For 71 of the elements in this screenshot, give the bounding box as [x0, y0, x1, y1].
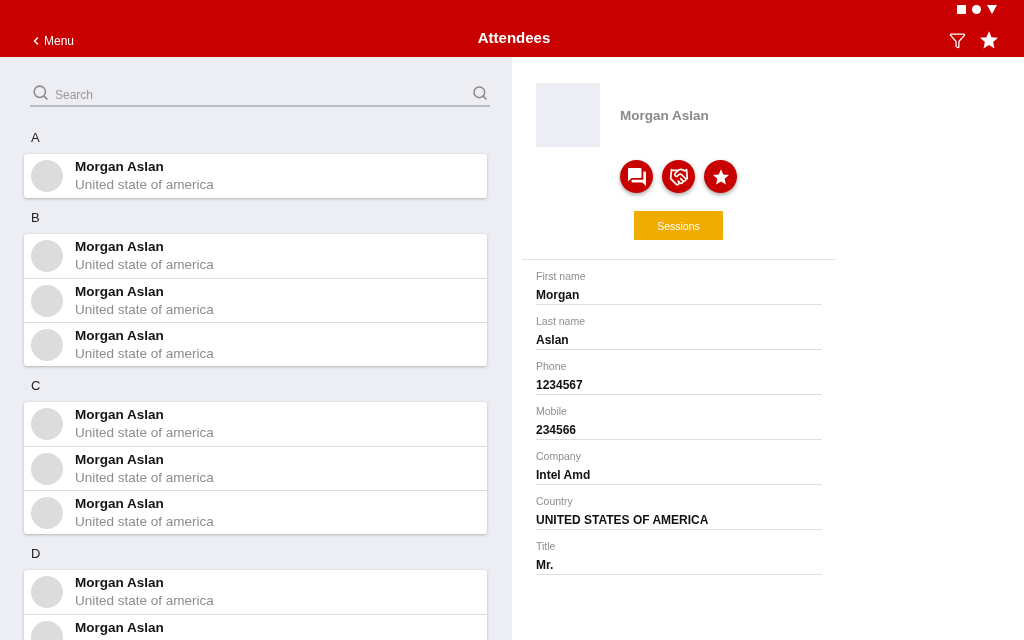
chat-button[interactable]	[620, 160, 653, 193]
field-label: Country	[536, 494, 574, 508]
attendee-country: United state of america	[75, 468, 214, 487]
section-letter: D	[31, 546, 42, 562]
attendee-row[interactable]: Morgan Aslan United state of america	[24, 570, 487, 614]
field-label: Company	[536, 449, 582, 463]
star-icon	[712, 168, 729, 185]
avatar-placeholder	[31, 284, 63, 317]
field-value: 234566	[536, 422, 578, 439]
attendee-row[interactable]: Morgan Aslan United state of america	[24, 278, 487, 322]
avatar-placeholder	[31, 576, 63, 608]
attendee-name: Morgan Aslan	[75, 618, 164, 637]
section-letter: A	[31, 130, 41, 146]
avatar-placeholder	[31, 496, 63, 529]
chat-icon	[627, 167, 646, 186]
avatar-placeholder	[31, 328, 63, 361]
attendee-country: United state of america	[75, 592, 214, 610]
back-link[interactable]: Menu	[30, 33, 75, 48]
avatar-placeholder	[31, 408, 63, 440]
field-value: Mr.	[536, 557, 555, 574]
profile-name: Morgan Aslan	[620, 107, 709, 123]
field-value: 1234567	[536, 377, 584, 394]
field-label: First name	[536, 269, 587, 283]
star-icon	[980, 31, 998, 49]
handshake-button[interactable]	[662, 160, 695, 193]
attendee-row[interactable]: Morgan Aslan United state of america	[24, 446, 487, 490]
attendee-country: United state of america	[75, 176, 214, 194]
field-label: Phone	[536, 359, 568, 373]
circle-icon	[972, 4, 981, 14]
favorite-button[interactable]	[704, 160, 737, 193]
field-label: Mobile	[536, 404, 568, 418]
triangle-icon	[987, 4, 997, 14]
attendee-name: Morgan Aslan	[75, 326, 165, 345]
favorites-button[interactable]	[980, 31, 998, 49]
attendee-country: United state of america	[75, 300, 214, 319]
section-letter: C	[31, 378, 42, 394]
attendee-name: Morgan Aslan	[75, 158, 165, 176]
attendee-name: Morgan Aslan	[75, 450, 165, 469]
search-icon[interactable]	[472, 84, 488, 101]
field-label: Title	[536, 539, 557, 553]
field-value: Morgan	[536, 287, 581, 304]
attendee-country: United state of america	[75, 344, 214, 363]
attendee-name: Morgan Aslan	[75, 238, 165, 256]
attendee-name: Morgan Aslan	[75, 282, 165, 301]
avatar-placeholder	[31, 160, 63, 192]
field-label: Last name	[536, 314, 587, 328]
page-title: Attendees	[477, 29, 551, 46]
field-value: UNITED STATES OF AMERICA	[536, 512, 710, 529]
field-value: Intel Amd	[536, 467, 592, 484]
attendee-row[interactable]: Morgan Aslan	[24, 614, 487, 640]
attendee-row[interactable]: Morgan Aslan United state of america	[24, 322, 487, 366]
section-letter: B	[31, 210, 41, 226]
attendee-name: Morgan Aslan	[75, 494, 165, 513]
filter-button[interactable]	[949, 31, 966, 49]
square-icon	[957, 4, 966, 14]
attendee-row[interactable]: Morgan Aslan United state of america	[24, 234, 487, 278]
attendee-country: United state of america	[75, 424, 214, 442]
avatar-placeholder	[31, 452, 63, 485]
attendee-row[interactable]: Morgan Aslan United state of america	[24, 402, 487, 446]
search-icon	[32, 84, 49, 101]
attendee-row[interactable]: Morgan Aslan United state of america	[24, 154, 487, 198]
field-value: Aslan	[536, 332, 570, 349]
attendee-row[interactable]: Morgan Aslan United state of america	[24, 490, 487, 534]
search-field[interactable]: Search	[55, 83, 466, 102]
attendee-country: United state of america	[75, 256, 214, 274]
filter-icon	[949, 31, 966, 49]
handshake-icon	[668, 166, 689, 187]
attendee-country: United state of america	[75, 512, 214, 531]
avatar-placeholder	[31, 240, 63, 272]
attendee-name: Morgan Aslan	[75, 574, 165, 592]
attendee-name: Morgan Aslan	[75, 406, 165, 424]
